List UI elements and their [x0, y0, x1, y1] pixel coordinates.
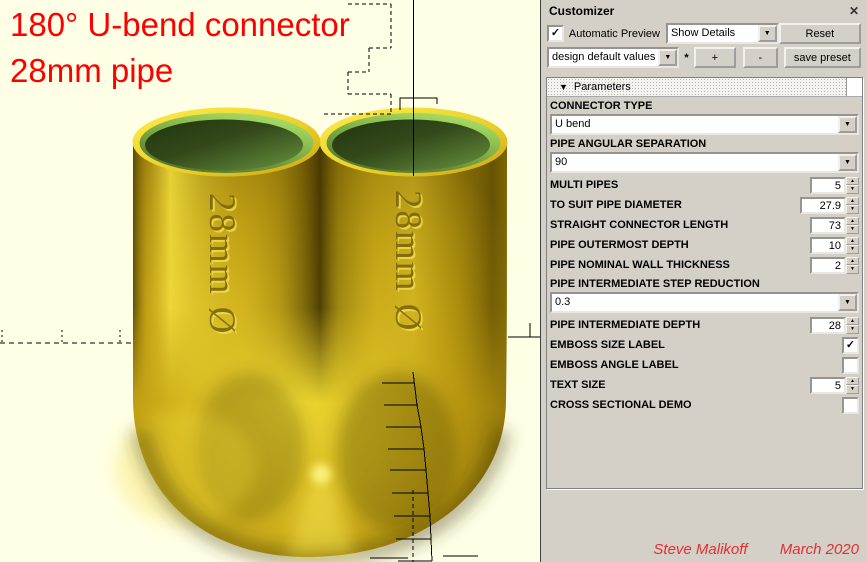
- param-label: EMBOSS SIZE LABEL: [550, 339, 665, 352]
- emboss-text-left: 28mm Ø: [201, 193, 242, 336]
- param-row: MULTI PIPES 5▲▼: [547, 175, 862, 195]
- spin-down-icon[interactable]: ▼: [846, 385, 859, 394]
- param-spinbox: 10▲▼: [810, 237, 859, 254]
- param-row: EMBOSS SIZE LABEL ✓: [547, 335, 862, 355]
- reset-button[interactable]: Reset: [779, 23, 861, 44]
- param-checkbox[interactable]: [842, 357, 859, 374]
- param-label: STRAIGHT CONNECTOR LENGTH: [550, 219, 728, 232]
- param-checkbox[interactable]: [842, 397, 859, 414]
- spin-up-icon[interactable]: ▲: [846, 317, 859, 326]
- parameters-header[interactable]: ▼ Parameters: [547, 78, 846, 96]
- add-preset-button[interactable]: +: [694, 47, 736, 68]
- chevron-down-icon[interactable]: ▼: [838, 116, 857, 133]
- spin-down-icon[interactable]: ▼: [846, 225, 859, 234]
- credit-date: March 2020: [780, 541, 859, 558]
- param-row: PIPE INTERMEDIATE DEPTH 28▲▼: [547, 315, 862, 335]
- param-label: PIPE ANGULAR SEPARATION: [550, 138, 859, 151]
- spin-down-icon[interactable]: ▼: [846, 185, 859, 194]
- param-checkbox[interactable]: ✓: [842, 337, 859, 354]
- param-row: PIPE OUTERMOST DEPTH 10▲▼: [547, 235, 862, 255]
- param-label: TO SUIT PIPE DIAMETER: [550, 199, 682, 212]
- param-spinbox: 28▲▼: [810, 317, 859, 334]
- param-spinbox: 73▲▼: [810, 217, 859, 234]
- spin-up-icon[interactable]: ▲: [846, 177, 859, 186]
- emboss-text-right: 28mm Ø: [387, 190, 428, 333]
- heading-line-1: 180° U-bend connector: [10, 2, 350, 48]
- spin-down-icon[interactable]: ▼: [846, 325, 859, 334]
- save-preset-button[interactable]: save preset: [784, 47, 861, 68]
- param-combo[interactable]: 0.3▼: [550, 292, 859, 313]
- spin-up-icon[interactable]: ▲: [846, 217, 859, 226]
- modified-indicator: *: [684, 52, 688, 64]
- heading-line-2: 28mm pipe: [10, 48, 350, 94]
- parameters-list: CONNECTOR TYPEU bend▼PIPE ANGULAR SEPARA…: [547, 100, 862, 415]
- param-label: MULTI PIPES: [550, 179, 618, 192]
- details-dropdown-value: Show Details: [668, 25, 758, 42]
- param-row: EMBOSS ANGLE LABEL: [547, 355, 862, 375]
- remove-preset-button[interactable]: -: [743, 47, 778, 68]
- param-spin-input[interactable]: 5: [810, 377, 846, 394]
- chevron-down-icon[interactable]: ▼: [658, 49, 677, 66]
- spin-up-icon[interactable]: ▲: [846, 377, 859, 386]
- spin-down-icon[interactable]: ▼: [846, 265, 859, 274]
- spin-up-icon[interactable]: ▲: [846, 197, 859, 206]
- param-spinbox: 5▲▼: [810, 377, 859, 394]
- param-label: EMBOSS ANGLE LABEL: [550, 359, 679, 372]
- left-pipe-opening: [133, 108, 321, 177]
- close-icon[interactable]: ✕: [849, 4, 859, 18]
- parameters-scrollbar[interactable]: [846, 78, 862, 96]
- chevron-down-icon[interactable]: ▼: [758, 25, 777, 42]
- param-spin-input[interactable]: 73: [810, 217, 846, 234]
- parameters-groupbox: ▼ Parameters CONNECTOR TYPEU bend▼PIPE A…: [546, 77, 863, 489]
- param-combo-value: 90: [552, 154, 838, 171]
- param-row: TO SUIT PIPE DIAMETER 27.9▲▼: [547, 195, 862, 215]
- param-row: PIPE NOMINAL WALL THICKNESS 2▲▼: [547, 255, 862, 275]
- panel-title: Customizer: [549, 4, 614, 18]
- param-label: PIPE INTERMEDIATE STEP REDUCTION: [550, 278, 859, 291]
- param-spin-input[interactable]: 27.9: [800, 197, 846, 214]
- spin-down-icon[interactable]: ▼: [846, 245, 859, 254]
- param-spinbox: 2▲▼: [810, 257, 859, 274]
- param-combo[interactable]: U bend▼: [550, 114, 859, 135]
- param-label: PIPE INTERMEDIATE DEPTH: [550, 319, 700, 332]
- param-combo-value: 0.3: [552, 294, 838, 311]
- credit-author: Steve Malikoff: [653, 541, 747, 558]
- param-label: TEXT SIZE: [550, 379, 606, 392]
- param-row: CROSS SECTIONAL DEMO: [547, 395, 862, 415]
- spin-up-icon[interactable]: ▲: [846, 257, 859, 266]
- spin-down-icon[interactable]: ▼: [846, 205, 859, 214]
- param-label: PIPE OUTERMOST DEPTH: [550, 239, 689, 252]
- param-label: CROSS SECTIONAL DEMO: [550, 399, 692, 412]
- preset-dropdown[interactable]: design default values ▼: [547, 47, 679, 68]
- param-spin-input[interactable]: 28: [810, 317, 846, 334]
- param-row: TEXT SIZE 5▲▼: [547, 375, 862, 395]
- credit-text: Steve Malikoff March 2020: [653, 541, 859, 558]
- annotation-heading: 180° U-bend connector 28mm pipe: [10, 2, 350, 93]
- collapse-triangle-icon[interactable]: ▼: [559, 83, 568, 92]
- param-combo[interactable]: 90▼: [550, 152, 859, 173]
- param-spin-input[interactable]: 2: [810, 257, 846, 274]
- param-spin-input[interactable]: 10: [810, 237, 846, 254]
- spin-up-icon[interactable]: ▲: [846, 237, 859, 246]
- chevron-down-icon[interactable]: ▼: [838, 154, 857, 171]
- chevron-down-icon[interactable]: ▼: [838, 294, 857, 311]
- parameters-header-label: Parameters: [574, 81, 631, 93]
- customizer-panel: Customizer ✕ ✓ Automatic Preview Show De…: [540, 0, 867, 562]
- preset-dropdown-value: design default values: [549, 49, 658, 66]
- openscad-window: 28mm Ø 28mm Ø 28mm Ø 28mm Ø 180° U-bend: [0, 0, 867, 562]
- param-spin-input[interactable]: 5: [810, 177, 846, 194]
- param-spinbox: 5▲▼: [810, 177, 859, 194]
- param-row: STRAIGHT CONNECTOR LENGTH 73▲▼: [547, 215, 862, 235]
- param-spinbox: 27.9▲▼: [800, 197, 859, 214]
- 3d-viewport[interactable]: 28mm Ø 28mm Ø 28mm Ø 28mm Ø 180° U-bend: [0, 0, 540, 562]
- param-label: PIPE NOMINAL WALL THICKNESS: [550, 259, 730, 272]
- param-combo-value: U bend: [552, 116, 838, 133]
- details-dropdown[interactable]: Show Details ▼: [666, 23, 779, 44]
- automatic-preview-checkbox[interactable]: ✓: [547, 25, 564, 42]
- automatic-preview-label: Automatic Preview: [569, 28, 660, 40]
- param-label: CONNECTOR TYPE: [550, 100, 859, 113]
